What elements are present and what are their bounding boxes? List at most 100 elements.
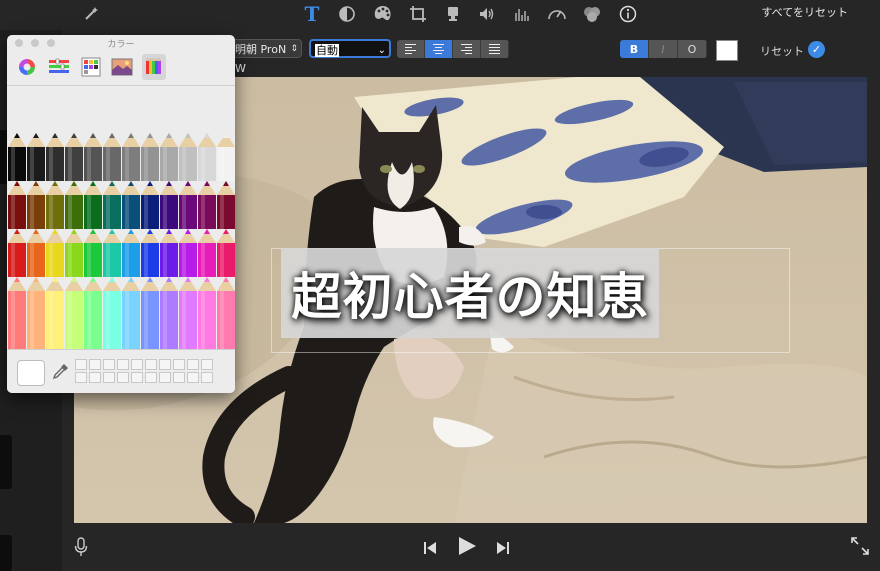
sidebar-tab[interactable] [0,435,12,489]
empty-swatch-slot[interactable] [103,359,115,370]
outline-button[interactable]: O [678,40,707,58]
align-right-button[interactable] [453,40,481,58]
pencil-swatch[interactable] [65,277,83,349]
empty-swatch-slot[interactable] [131,372,143,383]
pencil-swatch[interactable] [160,277,178,349]
crop-icon[interactable] [407,3,429,25]
equalizer-icon[interactable] [511,3,533,25]
magic-wand-icon[interactable] [80,3,102,25]
empty-swatch-slot[interactable] [75,372,87,383]
empty-swatch-slot[interactable] [201,359,213,370]
pencil-swatch[interactable] [198,277,216,349]
pencil-swatch[interactable] [217,181,235,229]
palette-icon[interactable] [372,3,394,25]
pencil-swatch[interactable] [84,133,102,181]
color-wheel-icon[interactable] [15,54,39,80]
color-balance-icon[interactable] [336,3,358,25]
pencil-swatch[interactable] [65,181,83,229]
pencil-swatch[interactable] [122,277,140,349]
sidebar-tab[interactable] [0,535,12,571]
empty-swatch-slot[interactable] [173,372,185,383]
pencil-swatch[interactable] [8,277,26,349]
pencil-swatch[interactable] [179,181,197,229]
volume-icon[interactable] [476,3,498,25]
empty-swatch-slot[interactable] [75,359,87,370]
pencil-swatch[interactable] [160,181,178,229]
pencil-swatch[interactable] [198,181,216,229]
pencil-swatch[interactable] [141,181,159,229]
pencil-swatch[interactable] [217,277,235,349]
image-palette-icon[interactable] [110,54,134,80]
speed-icon[interactable] [546,3,568,25]
reset-button[interactable]: リセット [760,43,804,59]
pencil-swatch[interactable] [122,133,140,181]
pencil-swatch[interactable] [84,229,102,277]
pencil-swatch[interactable] [46,229,64,277]
skip-forward-icon[interactable] [496,540,510,559]
align-center-button[interactable] [425,40,453,58]
pencil-swatch[interactable] [198,229,216,277]
pencil-swatch[interactable] [65,229,83,277]
pencil-swatch[interactable] [65,133,83,181]
empty-swatch-slot[interactable] [187,372,199,383]
pencil-swatch[interactable] [160,229,178,277]
empty-swatch-slot[interactable] [145,359,157,370]
info-icon[interactable] [617,3,639,25]
sliders-icon[interactable] [47,54,71,80]
pencil-swatch[interactable] [27,229,45,277]
pencil-swatch[interactable] [46,181,64,229]
empty-swatch-slot[interactable] [103,372,115,383]
palettes-icon[interactable] [79,54,103,80]
pencil-swatch[interactable] [141,133,159,181]
empty-swatch-slot[interactable] [201,372,213,383]
pencil-swatch[interactable] [198,133,216,181]
empty-swatch-slot[interactable] [117,372,129,383]
pencil-swatch[interactable] [160,133,178,181]
pencil-swatch[interactable] [179,133,197,181]
pencil-grid[interactable] [7,133,235,349]
pencil-swatch[interactable] [141,229,159,277]
pencil-swatch[interactable] [27,133,45,181]
align-justify-button[interactable] [481,40,509,58]
pencil-swatch[interactable] [179,229,197,277]
empty-swatch-slot[interactable] [89,359,101,370]
pencil-swatch[interactable] [8,229,26,277]
empty-swatch-slot[interactable] [89,372,101,383]
pencil-swatch[interactable] [46,277,64,349]
pencil-swatch[interactable] [46,133,64,181]
empty-swatch-slot[interactable] [159,372,171,383]
microphone-icon[interactable] [74,537,88,561]
reset-all-button[interactable]: すべてをリセット [761,4,848,20]
play-icon[interactable] [457,536,477,560]
font-select[interactable]: 明朝 ProN W ⇕ [230,39,302,75]
fullscreen-icon[interactable] [851,537,869,559]
empty-swatch-slot[interactable] [173,359,185,370]
pencil-swatch[interactable] [84,181,102,229]
color-panel-window[interactable]: カラー [7,35,235,393]
pencil-swatch[interactable] [8,133,26,181]
italic-button[interactable]: I [649,40,678,58]
pencil-swatch[interactable] [103,229,121,277]
size-select[interactable]: 自動 ⌄ [309,39,391,58]
pencil-swatch[interactable] [8,181,26,229]
filter-icon[interactable] [581,3,603,25]
pencil-swatch[interactable] [27,277,45,349]
pencil-swatch[interactable] [122,181,140,229]
skip-back-icon[interactable] [423,540,437,559]
pencil-swatch[interactable] [27,181,45,229]
color-panel-titlebar[interactable]: カラー [7,35,235,51]
eyedropper-icon[interactable] [52,363,69,380]
bold-button[interactable]: B [620,40,649,58]
text-color-well[interactable] [716,40,738,61]
title-text[interactable]: 超初心者の知恵 [281,248,659,338]
pencil-swatch[interactable] [217,133,235,181]
empty-swatch-slot[interactable] [159,359,171,370]
title-icon[interactable]: T [301,2,323,26]
pencil-swatch[interactable] [122,229,140,277]
empty-swatch-slot[interactable] [145,372,157,383]
pencil-swatch[interactable] [84,277,102,349]
apply-checkmark-icon[interactable]: ✓ [808,41,825,58]
pencil-swatch[interactable] [217,229,235,277]
align-left-button[interactable] [397,40,425,58]
pencil-swatch[interactable] [179,277,197,349]
